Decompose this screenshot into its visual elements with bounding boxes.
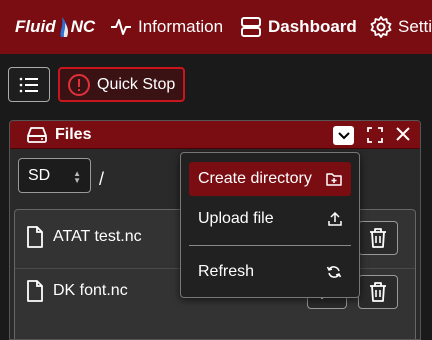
gear-icon	[370, 16, 392, 38]
create-directory-item[interactable]: Create directory	[189, 162, 351, 196]
upload-file-label: Upload file	[198, 210, 274, 227]
nav-information-label: Information	[138, 17, 224, 36]
drive-select-value: SD	[28, 166, 51, 184]
dashboard-icon	[241, 17, 261, 37]
file-icon	[27, 280, 43, 302]
alert-circle-icon	[68, 73, 90, 96]
upload-icon	[328, 212, 342, 226]
top-navbar: Fluid NC Information Dashboard Setti	[0, 0, 432, 54]
quick-stop-label: Quick Stop	[97, 75, 176, 93]
list-icon	[19, 77, 38, 92]
panel-menu-toggle[interactable]	[333, 126, 354, 145]
delete-file-button[interactable]	[358, 275, 398, 309]
select-arrows-icon: ▲ ▼	[73, 169, 81, 185]
brand-text-right: NC	[70, 17, 96, 36]
file-icon	[27, 226, 43, 248]
nav-dashboard-label: Dashboard	[268, 17, 357, 36]
folder-plus-icon	[326, 173, 342, 186]
close-icon[interactable]	[395, 126, 411, 142]
menu-divider	[189, 245, 351, 246]
delete-file-button[interactable]	[358, 221, 398, 255]
files-panel-title: Files	[55, 126, 92, 143]
refresh-icon	[326, 266, 342, 278]
brand-logo[interactable]: Fluid NC	[15, 16, 95, 38]
file-name: ATAT test.nc	[53, 228, 142, 245]
nav-dashboard[interactable]: Dashboard	[240, 13, 357, 41]
nav-settings-label: Setti	[398, 17, 432, 36]
activity-icon	[111, 19, 131, 35]
flame-icon	[60, 17, 68, 37]
create-directory-label: Create directory	[198, 170, 312, 187]
refresh-item[interactable]: Refresh	[189, 255, 351, 289]
chevron-down-icon	[337, 131, 350, 139]
upload-file-item[interactable]: Upload file	[189, 202, 351, 236]
hard-drive-icon	[27, 127, 47, 143]
nav-settings[interactable]: Setti	[370, 13, 432, 41]
quick-stop-button[interactable]: Quick Stop	[58, 67, 185, 102]
files-panel-header: Files	[10, 121, 420, 149]
menu-button[interactable]	[8, 67, 50, 102]
drive-select[interactable]: SD ▲ ▼	[18, 158, 91, 193]
file-name: DK font.nc	[53, 282, 128, 299]
brand-text-left: Fluid	[15, 17, 56, 36]
refresh-label: Refresh	[198, 263, 255, 280]
current-path: /	[99, 169, 105, 189]
trash-icon	[370, 228, 386, 248]
panel-dropdown-menu: Create directory Upload file Refresh	[180, 152, 360, 298]
trash-icon	[370, 282, 386, 302]
fullscreen-icon[interactable]	[367, 127, 383, 143]
nav-information[interactable]: Information	[110, 13, 223, 41]
